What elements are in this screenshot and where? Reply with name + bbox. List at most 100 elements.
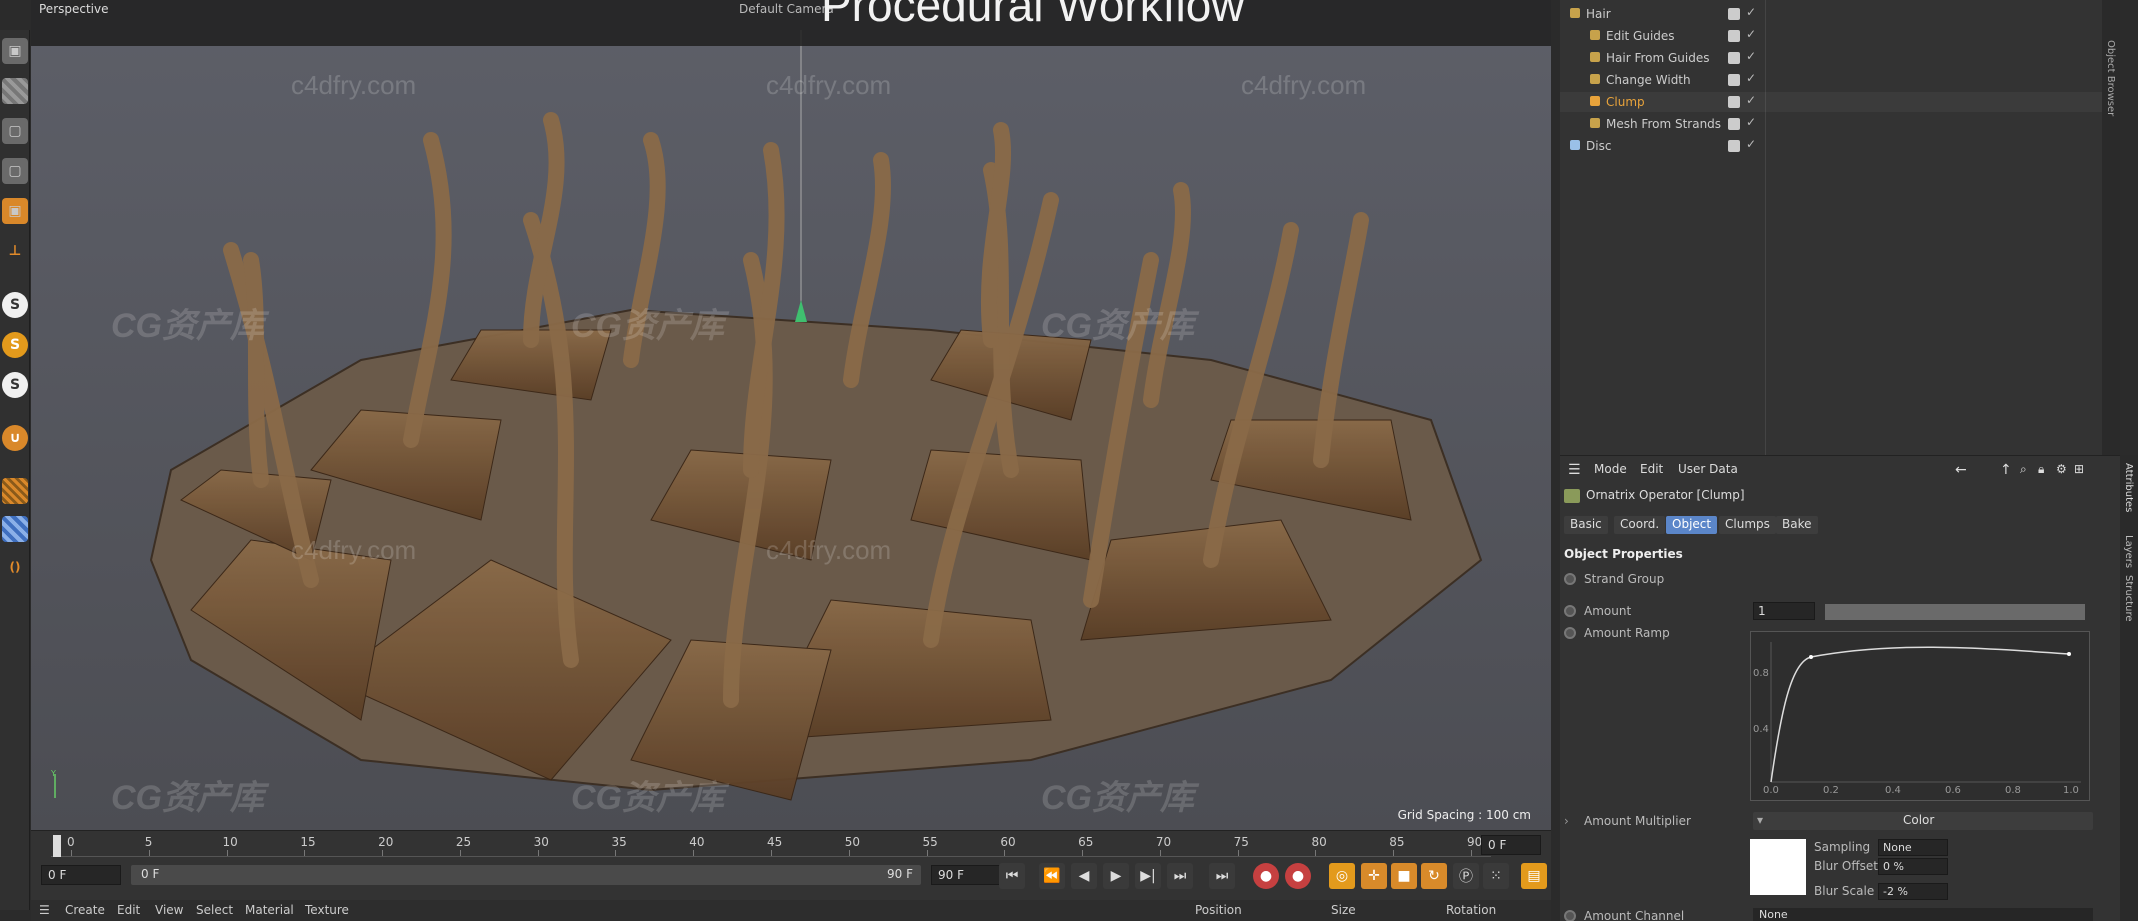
menu-texture[interactable]: Texture bbox=[305, 903, 349, 917]
sampling-field[interactable]: None bbox=[1878, 839, 1948, 856]
magnet-icon[interactable]: ∪ bbox=[2, 425, 28, 451]
grid-blue-icon[interactable] bbox=[2, 516, 28, 542]
prev-frame-icon[interactable]: ◀ bbox=[1071, 863, 1097, 889]
goto-end-icon[interactable]: ⏭ bbox=[1209, 863, 1235, 889]
checker-icon[interactable] bbox=[2, 78, 28, 104]
object-browser-tab[interactable]: Object Browser bbox=[2102, 0, 2120, 455]
film-icon[interactable]: ▤ bbox=[1521, 863, 1547, 889]
lock-icon[interactable]: 🔒︎ bbox=[2038, 462, 2044, 477]
settings-icon[interactable]: ⚙ bbox=[2056, 462, 2067, 476]
amount-field[interactable]: 1 bbox=[1753, 602, 1815, 620]
enable-checkbox-icon[interactable] bbox=[1728, 30, 1740, 42]
enable-checkbox-icon[interactable] bbox=[1728, 96, 1740, 108]
amount-ramp-graph[interactable]: 0.8 0.4 0.0 0.2 0.4 0.6 0.8 1.0 bbox=[1750, 631, 2090, 801]
line-axis-icon[interactable]: ⊥ bbox=[2, 238, 28, 264]
object-row[interactable]: Change Width ✓ bbox=[1560, 70, 2120, 90]
enable-checkbox-icon[interactable] bbox=[1728, 140, 1740, 152]
side-tab-structure[interactable]: Structure bbox=[2123, 575, 2134, 622]
range-slider[interactable]: 0 F 90 F bbox=[131, 865, 921, 885]
next-key-icon[interactable]: ⏭ bbox=[1167, 863, 1193, 889]
attr-menu-edit[interactable]: Edit bbox=[1640, 462, 1663, 476]
enable-checkbox-icon[interactable] bbox=[1728, 8, 1740, 20]
object-name[interactable]: Mesh From Strands bbox=[1606, 117, 1721, 131]
move-key-icon[interactable]: ✛ bbox=[1361, 863, 1387, 889]
menu-create[interactable]: Create bbox=[65, 903, 105, 917]
visibility-check-icon[interactable]: ✓ bbox=[1746, 27, 1756, 41]
object-name[interactable]: Clump bbox=[1606, 95, 1645, 109]
attr-menu-mode[interactable]: Mode bbox=[1594, 462, 1627, 476]
visibility-check-icon[interactable]: ✓ bbox=[1746, 115, 1756, 129]
s-orange-tool-icon[interactable]: S bbox=[2, 332, 28, 358]
animate-dot-icon[interactable] bbox=[1564, 910, 1576, 921]
visibility-check-icon[interactable]: ✓ bbox=[1746, 137, 1756, 151]
start-frame-field[interactable]: 0 F bbox=[41, 865, 121, 885]
object-name[interactable]: Hair bbox=[1586, 7, 1611, 21]
enable-checkbox-icon[interactable] bbox=[1728, 74, 1740, 86]
autokey-icon[interactable]: ● bbox=[1285, 863, 1311, 889]
attr-menu-user-data[interactable]: User Data bbox=[1678, 462, 1738, 476]
up-arrow-icon[interactable]: ↑ bbox=[2000, 462, 2012, 478]
timeline-ruler[interactable]: 0 5 10 15 20 25 30 35 40 45 50 55 60 65 70 75 80 85 90 bbox=[51, 835, 1491, 857]
amount-channel-dropdown[interactable]: None bbox=[1753, 908, 2093, 921]
object-row[interactable]: Mesh From Strands ✓ bbox=[1560, 114, 2120, 134]
menu-material[interactable]: Material bbox=[245, 903, 294, 917]
back-arrow-icon[interactable]: ← bbox=[1955, 462, 1967, 478]
current-frame-field[interactable]: 0 F bbox=[1481, 835, 1541, 855]
blur-scale-field[interactable]: -2 % bbox=[1878, 883, 1948, 900]
cube-icon[interactable]: ▢ bbox=[2, 118, 28, 144]
object-row[interactable]: Disc ✓ bbox=[1560, 136, 2120, 156]
object-name[interactable]: Disc bbox=[1586, 139, 1611, 153]
menu-select[interactable]: Select bbox=[196, 903, 233, 917]
s-white-tool-icon[interactable]: S bbox=[2, 372, 28, 398]
scale-key-icon[interactable]: ■ bbox=[1391, 863, 1417, 889]
param-key-icon[interactable]: Ⓟ bbox=[1453, 863, 1479, 889]
camera-label[interactable]: Default Camera bbox=[739, 2, 834, 16]
rotate-key-icon[interactable]: ↻ bbox=[1421, 863, 1447, 889]
undo-cube-icon[interactable]: ▣ bbox=[2, 38, 28, 64]
object-row[interactable]: Clump ✓ bbox=[1560, 92, 2120, 112]
side-tab-attributes[interactable]: Attributes bbox=[2123, 463, 2134, 512]
cube-outline-icon[interactable]: ▢ bbox=[2, 158, 28, 184]
object-name[interactable]: Change Width bbox=[1606, 73, 1691, 87]
object-row[interactable]: Hair From Guides ✓ bbox=[1560, 48, 2120, 68]
tab-object[interactable]: Object bbox=[1666, 516, 1718, 534]
object-name[interactable]: Hair From Guides bbox=[1606, 51, 1710, 65]
keyframe-icon[interactable]: ◎ bbox=[1329, 863, 1355, 889]
grid-dots-icon[interactable]: ⁙ bbox=[1483, 863, 1509, 889]
playhead[interactable] bbox=[53, 835, 61, 857]
object-row[interactable]: Edit Guides ✓ bbox=[1560, 26, 2120, 46]
amount-slider[interactable] bbox=[1825, 604, 2085, 620]
animate-dot-icon[interactable] bbox=[1564, 573, 1576, 585]
tab-basic[interactable]: Basic bbox=[1564, 516, 1608, 534]
visibility-check-icon[interactable]: ✓ bbox=[1746, 49, 1756, 63]
side-tab-layers[interactable]: Layers bbox=[2123, 535, 2134, 568]
goto-start-icon[interactable]: ⏮ bbox=[999, 863, 1025, 889]
object-row[interactable]: Hair ✓ bbox=[1560, 4, 2120, 24]
menu-edit[interactable]: Edit bbox=[117, 903, 140, 917]
visibility-check-icon[interactable]: ✓ bbox=[1746, 5, 1756, 19]
color-dropdown[interactable]: ▾ Color bbox=[1753, 812, 2093, 830]
object-name[interactable]: Edit Guides bbox=[1606, 29, 1675, 43]
attr-hamburger-icon[interactable]: ☰ bbox=[1568, 462, 1581, 478]
blur-offset-field[interactable]: 0 % bbox=[1878, 858, 1948, 875]
enable-checkbox-icon[interactable] bbox=[1728, 52, 1740, 64]
prev-key-icon[interactable]: ⏪ bbox=[1039, 863, 1065, 889]
s-tool-icon[interactable]: S bbox=[2, 292, 28, 318]
animate-dot-icon[interactable] bbox=[1564, 605, 1576, 617]
view-mode-label[interactable]: Perspective bbox=[39, 2, 109, 16]
tab-coord[interactable]: Coord. bbox=[1614, 516, 1666, 534]
visibility-check-icon[interactable]: ✓ bbox=[1746, 71, 1756, 85]
enable-checkbox-icon[interactable] bbox=[1728, 118, 1740, 130]
end-frame-field[interactable]: 90 F bbox=[931, 865, 1001, 885]
texture-icon[interactable] bbox=[2, 478, 28, 504]
tab-bake[interactable]: Bake bbox=[1776, 516, 1818, 534]
hamburger-icon[interactable]: ☰ bbox=[39, 903, 50, 917]
viewport-3d[interactable]: Perspective Default Camera Procedural Wo… bbox=[31, 0, 1551, 830]
play-icon[interactable]: ▶ bbox=[1103, 863, 1129, 889]
animate-dot-icon[interactable] bbox=[1564, 627, 1576, 639]
orange-bracket-icon[interactable]: () bbox=[2, 554, 28, 580]
orange-cube-icon[interactable]: ▣ bbox=[2, 198, 28, 224]
search-icon[interactable]: ⌕ bbox=[2020, 462, 2027, 477]
new-panel-icon[interactable]: ⊞ bbox=[2074, 462, 2084, 476]
color-swatch[interactable] bbox=[1750, 839, 1806, 895]
